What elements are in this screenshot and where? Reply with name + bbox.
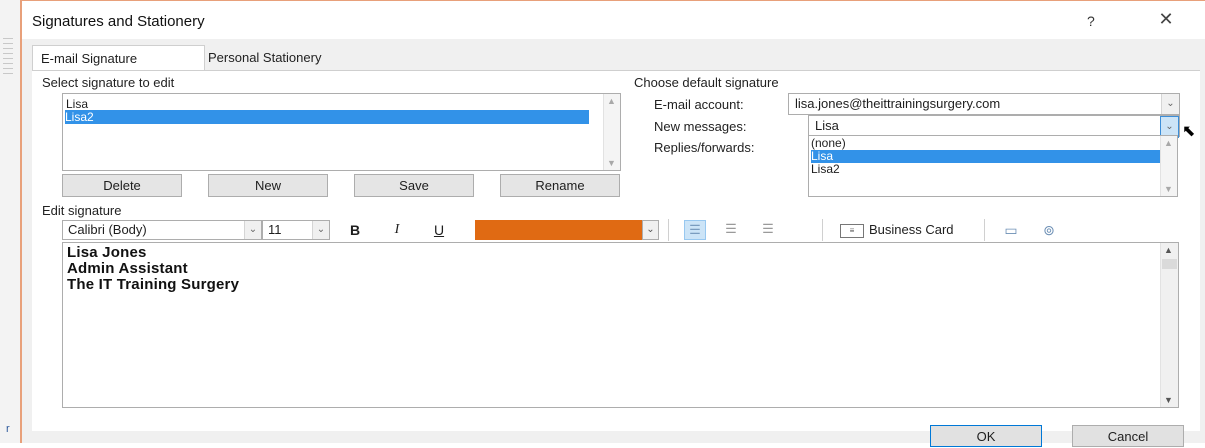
align-center-icon[interactable]: ☰ (720, 220, 742, 240)
new-button[interactable]: New (208, 174, 328, 197)
background-glyph: r (6, 423, 10, 435)
new-messages-value: Lisa (815, 118, 839, 133)
signature-editor[interactable]: Lisa Jones Admin Assistant The IT Traini… (62, 242, 1179, 408)
mouse-cursor-icon: ⬉ (1182, 123, 1196, 140)
dialog-title: Signatures and Stationery (32, 13, 205, 30)
rename-button[interactable]: Rename (500, 174, 620, 197)
business-card-button[interactable]: ≡ Business Card (840, 220, 954, 240)
choose-default-label: Choose default signature (634, 75, 779, 90)
signature-list-scrollbar[interactable]: ▲ ▼ (603, 94, 620, 170)
toolbar-divider (668, 219, 669, 241)
dropdown-scrollbar[interactable]: ▲ ▼ (1160, 136, 1177, 196)
help-button[interactable]: ? (1087, 13, 1095, 29)
chevron-down-icon[interactable]: ⌄ (1161, 94, 1179, 114)
bold-button[interactable]: B (346, 220, 364, 240)
scrollbar-thumb[interactable] (1162, 259, 1177, 269)
font-color-swatch[interactable] (475, 220, 642, 240)
font-select[interactable]: Calibri (Body) ⌄ (62, 220, 262, 240)
save-button[interactable]: Save (354, 174, 474, 197)
scroll-down-icon[interactable]: ▼ (1164, 184, 1173, 194)
tab-personal-stationery[interactable]: Personal Stationery (200, 47, 329, 69)
option-lisa[interactable]: Lisa (811, 150, 1166, 163)
signature-item-lisa[interactable]: Lisa (66, 97, 88, 111)
edit-signature-label: Edit signature (42, 203, 122, 218)
new-button-label: New (254, 178, 281, 193)
ok-button-label: OK (976, 429, 996, 444)
scroll-up-icon[interactable]: ▲ (1164, 245, 1173, 255)
signature-line-title: Admin Assistant (67, 260, 188, 277)
select-signature-label: Select signature to edit (42, 75, 175, 90)
save-button-label: Save (399, 178, 429, 193)
scroll-down-icon[interactable]: ▼ (1164, 395, 1173, 405)
business-card-label: Business Card (869, 222, 954, 237)
rename-button-label: Rename (535, 178, 585, 193)
option-lisa2[interactable]: Lisa2 (811, 163, 840, 176)
toolbar-divider (984, 219, 985, 241)
new-messages-label: New messages: (654, 119, 747, 134)
align-left-icon[interactable]: ☰ (684, 220, 706, 240)
italic-button[interactable]: I (388, 220, 406, 240)
tab-personal-stationery-label: Personal Stationery (208, 50, 322, 65)
delete-button[interactable]: Delete (62, 174, 182, 197)
signature-line-company: The IT Training Surgery (67, 276, 240, 293)
font-size-select[interactable]: 11 ⌄ (262, 220, 330, 240)
ok-button[interactable]: OK (930, 425, 1042, 447)
close-button[interactable]: ✕ (1152, 9, 1180, 31)
email-account-label: E-mail account: (654, 97, 744, 112)
toolbar-divider (822, 219, 823, 241)
signatures-dialog: Signatures and Stationery ? ✕ E-mail Sig… (20, 0, 1205, 447)
email-account-select[interactable]: lisa.jones@theittrainingsurgery.com ⌄ (788, 93, 1180, 115)
new-messages-select[interactable]: Lisa ⌄ (808, 115, 1180, 138)
chevron-down-icon[interactable]: ⌄ (244, 221, 261, 239)
chevron-down-icon[interactable]: ⌄ (642, 220, 659, 240)
insert-picture-icon[interactable]: ▭ (1000, 220, 1022, 240)
align-right-icon[interactable]: ☰ (757, 220, 779, 240)
email-account-value: lisa.jones@theittrainingsurgery.com (795, 96, 1001, 111)
chevron-down-icon[interactable]: ⌄ (312, 221, 329, 239)
underline-button[interactable]: U (430, 220, 448, 240)
scroll-up-icon[interactable]: ▲ (1164, 138, 1173, 148)
title-bar: Signatures and Stationery ? ✕ (22, 1, 1205, 39)
font-value: Calibri (Body) (68, 222, 147, 237)
cancel-button[interactable]: Cancel (1072, 425, 1184, 447)
replies-forwards-label: Replies/forwards: (654, 140, 755, 155)
font-size-value: 11 (268, 222, 282, 237)
cancel-button-label: Cancel (1107, 429, 1149, 444)
background-lines (3, 38, 13, 78)
new-messages-dropdown-list[interactable]: (none) Lisa Lisa2 ▲ ▼ (808, 135, 1178, 197)
signature-line-name: Lisa Jones (67, 244, 147, 261)
background-window: r (0, 0, 20, 443)
business-card-icon: ≡ (840, 223, 864, 238)
tab-email-signature-label: E-mail Signature (41, 51, 138, 66)
signature-list[interactable]: Lisa Lisa2 ▲ ▼ (62, 93, 621, 171)
delete-button-label: Delete (103, 178, 141, 193)
signature-item-lisa2[interactable]: Lisa2 (65, 110, 589, 124)
tab-email-signature[interactable]: E-mail Signature (32, 45, 205, 72)
hyperlink-icon[interactable]: ⊚ (1038, 220, 1060, 240)
scroll-down-icon[interactable]: ▼ (607, 158, 616, 168)
scroll-up-icon[interactable]: ▲ (607, 96, 616, 106)
editor-scrollbar[interactable]: ▲ ▼ (1160, 243, 1178, 407)
